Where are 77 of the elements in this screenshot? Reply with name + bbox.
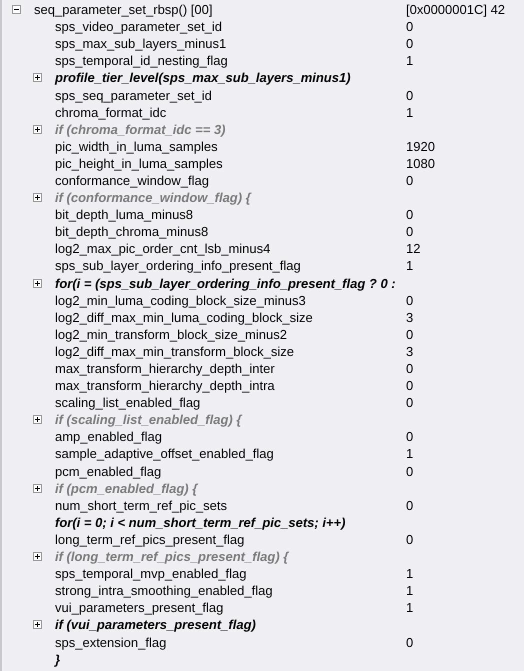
field-name[interactable]: sps_seq_parameter_set_id (55, 88, 406, 103)
field-name[interactable]: num_short_term_ref_pic_sets (55, 498, 406, 513)
field-name[interactable]: sps_extension_flag (55, 634, 406, 650)
field-name[interactable]: vui_parameters_present_flag (55, 600, 406, 616)
field-value: 0 (406, 378, 414, 394)
field-value: [0x0000001C] 42 (406, 2, 506, 18)
field-value: 1920 (406, 138, 436, 154)
field-value: 0 (406, 395, 414, 410)
field-name[interactable]: pic_height_in_luma_samples (55, 156, 406, 171)
syntax-statement[interactable]: for(i = 0; i < num_short_term_ref_pic_sets; i++) (55, 514, 524, 530)
field-name[interactable]: sps_temporal_id_nesting_flag (55, 53, 406, 68)
syntax-statement[interactable]: if (pcm_enabled_flag) { (55, 480, 524, 496)
field-name[interactable]: sps_sub_layer_ordering_info_present_flag (55, 258, 406, 274)
syntax-statement[interactable]: } (55, 652, 524, 667)
field-name[interactable]: log2_min_luma_coding_block_size_minus3 (55, 292, 406, 308)
expand-icon[interactable] (33, 552, 42, 562)
field-name[interactable]: scaling_list_enabled_flag (55, 395, 406, 410)
field-value: 0 (406, 88, 414, 103)
field-name[interactable]: sps_video_parameter_set_id (55, 19, 406, 34)
field-value: 0 (406, 361, 414, 376)
field-value: 0 (406, 498, 414, 513)
field-value: 1 (406, 104, 414, 120)
field-value: 1080 (406, 156, 436, 171)
expand-icon[interactable] (33, 124, 42, 134)
field-name[interactable]: amp_enabled_flag (55, 429, 406, 444)
syntax-statement[interactable]: if (long_term_ref_pics_present_flag) { (55, 549, 524, 564)
collapse-icon[interactable] (12, 5, 21, 14)
field-value: 0 (406, 19, 414, 34)
syntax-statement[interactable]: profile_tier_level(sps_max_sub_layers_minus1) (55, 70, 524, 86)
field-name[interactable]: strong_intra_smoothing_enabled_flag (55, 583, 406, 598)
field-name[interactable]: max_transform_hierarchy_depth_inter (55, 361, 406, 376)
field-value: 0 (406, 429, 414, 444)
field-value: 0 (406, 224, 414, 240)
field-value: 1 (406, 600, 414, 616)
field-value: 1 (406, 53, 414, 68)
field-name[interactable]: sps_temporal_mvp_enabled_flag (55, 566, 406, 582)
field-value: 3 (406, 344, 414, 359)
field-name[interactable]: sample_adaptive_offset_enabled_flag (55, 446, 406, 462)
field-value: 0 (406, 292, 414, 308)
expand-icon[interactable] (33, 415, 42, 424)
field-name[interactable]: max_transform_hierarchy_depth_intra (55, 378, 406, 394)
tree-root-label[interactable]: seq_parameter_set_rbsp() [00] (34, 2, 406, 18)
field-name[interactable]: pcm_enabled_flag (55, 464, 406, 479)
expand-icon[interactable] (33, 193, 42, 202)
field-value: 0 (406, 326, 414, 342)
field-value: 3 (406, 310, 414, 325)
syntax-statement[interactable]: if (chroma_format_idc == 3) (55, 122, 524, 137)
field-value: 1 (406, 258, 414, 274)
field-name[interactable]: conformance_window_flag (55, 172, 406, 188)
field-value: 12 (406, 241, 422, 256)
field-name[interactable]: log2_diff_max_min_luma_coding_block_size (55, 310, 406, 325)
field-name[interactable]: sps_max_sub_layers_minus1 (55, 36, 406, 52)
syntax-statement[interactable]: if (scaling_list_enabled_flag) { (55, 412, 524, 428)
field-name[interactable]: chroma_format_idc (55, 104, 406, 120)
expand-icon[interactable] (33, 73, 42, 82)
field-value: 1 (406, 446, 414, 462)
syntax-statement[interactable]: if (conformance_window_flag) { (55, 190, 524, 206)
field-value: 1 (406, 583, 414, 598)
field-value: 0 (406, 207, 414, 222)
field-value: 0 (406, 464, 414, 479)
field-name[interactable]: pic_width_in_luma_samples (55, 138, 406, 154)
expand-icon[interactable] (33, 620, 42, 630)
field-value: 0 (406, 634, 414, 650)
field-value: 0 (406, 532, 414, 547)
field-value: 1 (406, 566, 414, 582)
field-value: 0 (406, 36, 414, 52)
field-name[interactable]: bit_depth_chroma_minus8 (55, 224, 406, 240)
expand-icon[interactable] (33, 484, 42, 493)
expand-icon[interactable] (33, 278, 42, 288)
field-name[interactable]: log2_diff_max_min_transform_block_size (55, 344, 406, 359)
field-name[interactable]: bit_depth_luma_minus8 (55, 207, 406, 222)
syntax-statement[interactable]: if (vui_parameters_present_flag) (55, 617, 524, 632)
field-name[interactable]: log2_max_pic_order_cnt_lsb_minus4 (55, 241, 406, 256)
syntax-statement[interactable]: for(i = (sps_sub_layer_ordering_info_present_flag ? 0 : (55, 276, 524, 291)
field-name[interactable]: log2_min_transform_block_size_minus2 (55, 326, 406, 342)
field-value: 0 (406, 172, 414, 188)
field-name[interactable]: long_term_ref_pics_present_flag (55, 532, 406, 547)
